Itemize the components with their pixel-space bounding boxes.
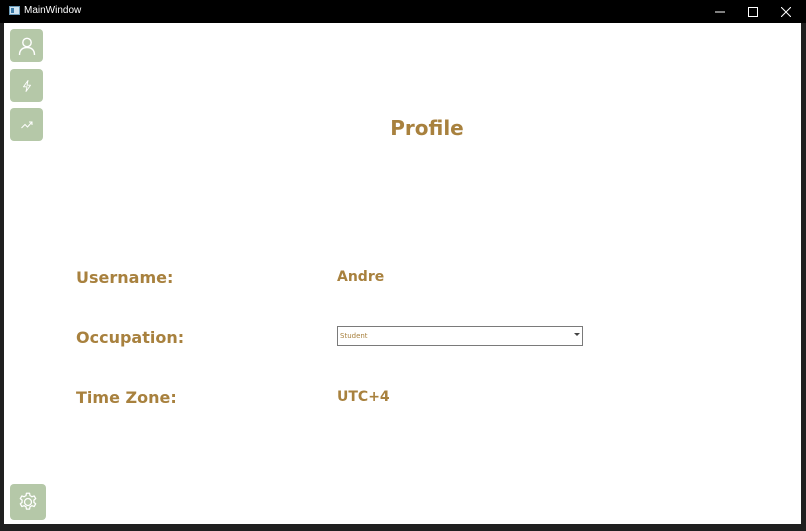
- minimize-button[interactable]: [703, 0, 737, 23]
- occupation-dropdown[interactable]: Student: [337, 326, 583, 346]
- minimize-icon: [715, 11, 725, 12]
- maximize-icon: [748, 6, 758, 17]
- close-icon: [781, 6, 791, 17]
- user-icon: [18, 37, 35, 55]
- page-title: Profile: [390, 116, 464, 140]
- sidebar-activity-button[interactable]: [10, 69, 43, 102]
- main-content: Profile Username: Andre Occupation: Stud…: [4, 23, 801, 524]
- username-label: Username:: [76, 268, 174, 287]
- close-button[interactable]: [769, 0, 803, 23]
- chevron-down-icon[interactable]: [574, 333, 580, 336]
- window-titlebar[interactable]: MainWindow: [0, 0, 806, 23]
- maximize-button[interactable]: [736, 0, 770, 23]
- occupation-label: Occupation:: [76, 328, 185, 347]
- settings-button[interactable]: [10, 484, 46, 520]
- sidebar-trend-button[interactable]: [10, 108, 43, 141]
- gear-icon: [19, 492, 37, 510]
- timezone-label: Time Zone:: [76, 388, 177, 407]
- timezone-value: UTC+4: [337, 389, 390, 405]
- lightning-icon: [22, 79, 31, 92]
- trending-up-icon: [20, 121, 32, 128]
- sidebar-profile-button[interactable]: [10, 29, 43, 62]
- window-title: MainWindow: [24, 5, 82, 16]
- username-value: Andre: [337, 269, 385, 285]
- app-icon: [9, 6, 20, 15]
- occupation-selected-value: Student: [340, 332, 368, 340]
